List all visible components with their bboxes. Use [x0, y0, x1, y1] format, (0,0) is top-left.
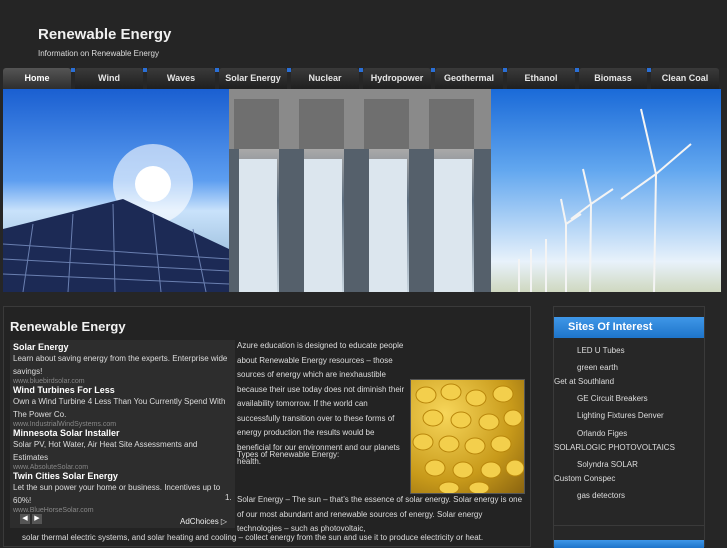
sidebar-link[interactable]: SOLARLOGIC PHOTOVOLTAICS	[554, 443, 675, 452]
adchoices-link[interactable]: AdChoices ▷	[180, 517, 227, 526]
site-tagline: Information on Renewable Energy	[38, 49, 159, 58]
solar-paragraph: Solar Energy – The sun – that’s the esse…	[237, 495, 523, 533]
nav-item-wind[interactable]: Wind	[75, 68, 143, 89]
solar-panels-image	[3, 89, 230, 292]
nav-separator	[575, 68, 579, 72]
sidebar-second-title-bar	[554, 540, 704, 548]
nav-item-solar-energy[interactable]: Solar Energy	[219, 68, 287, 89]
nav-separator	[503, 68, 507, 72]
ad-url[interactable]: www.BlueHorseSolar.com	[13, 507, 233, 514]
ad-text: Solar PV, Hot Water, Air Heat Site Asses…	[13, 440, 198, 462]
sidebar-link[interactable]: LED U Tubes	[577, 346, 625, 355]
site-header: Renewable Energy Information on Renewabl…	[0, 0, 727, 68]
ad-prev-arrow-icon[interactable]: ◀	[20, 514, 30, 524]
sidebar-link[interactable]: green earth	[577, 363, 618, 372]
ad-item[interactable]: Twin Cities Solar Energy Let the sun pow…	[13, 471, 233, 514]
nav-separator	[71, 68, 75, 72]
ad-item[interactable]: Wind Turbines For Less Own a Wind Turbin…	[13, 385, 233, 428]
main-nav: Home Wind Waves Solar Energy Nuclear Hyd…	[3, 68, 727, 89]
header-banner	[3, 89, 721, 292]
page-title: Renewable Energy	[10, 319, 126, 334]
nav-item-waves[interactable]: Waves	[147, 68, 215, 89]
ad-title[interactable]: Wind Turbines For Less	[13, 385, 233, 395]
ad-text: Let the sun power your home or business.…	[13, 483, 221, 505]
sidebar-link[interactable]: Custom Conspec	[554, 474, 615, 483]
nav-separator	[215, 68, 219, 72]
types-heading: Types of Renewable Energy:	[237, 450, 340, 459]
sidebar: Sites Of Interest LED U Tubes green eart…	[553, 306, 705, 547]
ad-title[interactable]: Solar Energy	[13, 342, 233, 352]
sidebar-title: Sites Of Interest	[554, 317, 704, 338]
sidebar-link[interactable]: GE Circuit Breakers	[577, 394, 648, 403]
list-number: 1.	[225, 493, 232, 502]
ad-title[interactable]: Minnesota Solar Installer	[13, 428, 233, 438]
sidebar-link[interactable]: Solyndra SOLAR	[577, 460, 638, 469]
solar-paragraph-continuation: solar thermal electric systems, and sola…	[22, 533, 484, 542]
nav-item-ethanol[interactable]: Ethanol	[507, 68, 575, 89]
wind-turbines-image	[491, 89, 721, 292]
sidebar-link[interactable]: Lighting Fixtures Denver	[577, 411, 664, 420]
nav-separator	[287, 68, 291, 72]
ad-item[interactable]: Solar Energy Learn about saving energy f…	[13, 342, 233, 385]
site-title[interactable]: Renewable Energy	[38, 26, 171, 43]
ad-item[interactable]: Minnesota Solar Installer Solar PV, Hot …	[13, 428, 233, 471]
nav-item-home[interactable]: Home	[3, 68, 71, 89]
ad-url[interactable]: www.bluebirdsolar.com	[13, 378, 233, 385]
ad-title[interactable]: Twin Cities Solar Energy	[13, 471, 233, 481]
sidebar-link[interactable]: gas detectors	[577, 491, 625, 500]
sidebar-second-widget	[553, 525, 705, 548]
nav-item-biomass[interactable]: Biomass	[579, 68, 647, 89]
nav-separator	[143, 68, 147, 72]
ad-text: Learn about saving energy from the exper…	[13, 354, 228, 376]
hydropower-dam-image	[229, 89, 491, 292]
nav-item-geothermal[interactable]: Geothermal	[435, 68, 503, 89]
ad-next-arrow-icon[interactable]: ▶	[32, 514, 42, 524]
corn-image	[410, 379, 525, 495]
main-content: Renewable Energy Solar Energy Learn abou…	[3, 306, 531, 547]
ad-block: Solar Energy Learn about saving energy f…	[10, 340, 235, 528]
nav-item-nuclear[interactable]: Nuclear	[291, 68, 359, 89]
ad-url[interactable]: www.AbsoluteSolar.com	[13, 464, 233, 471]
nav-separator	[431, 68, 435, 72]
ad-pagination: ◀ ▶	[20, 514, 50, 525]
ad-text: Own a Wind Turbine 4 Less Than You Curre…	[13, 397, 226, 419]
ad-url[interactable]: www.IndustrialWindSystems.com	[13, 421, 233, 428]
nav-item-hydropower[interactable]: Hydropower	[363, 68, 431, 89]
sidebar-link[interactable]: Get at Southland	[554, 377, 614, 386]
nav-item-clean-coal[interactable]: Clean Coal	[651, 68, 719, 89]
nav-separator	[647, 68, 651, 72]
sidebar-link[interactable]: Orlando Figes	[577, 429, 627, 438]
nav-separator	[359, 68, 363, 72]
